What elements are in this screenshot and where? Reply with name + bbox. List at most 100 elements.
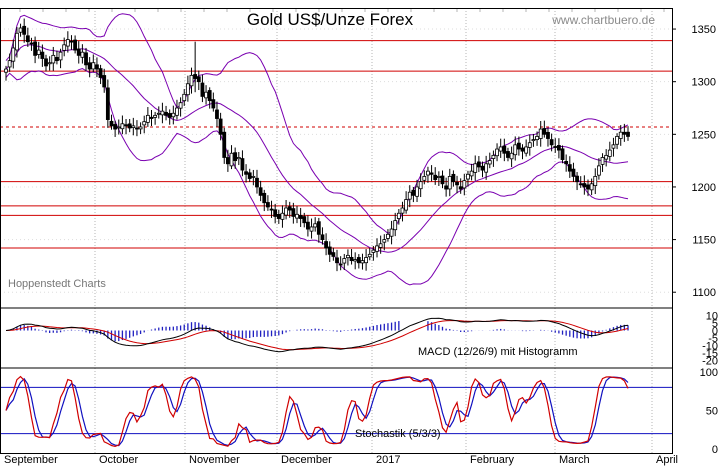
stochastic-indicator (0, 375, 672, 448)
bollinger-upper (5, 13, 629, 234)
candle-up (65, 39, 70, 47)
candle-up (535, 136, 539, 141)
candle-up (91, 62, 96, 70)
candle-down (622, 131, 627, 135)
price-tick-label: 1350 (692, 24, 716, 36)
candle-down (102, 75, 107, 88)
candle-up (396, 212, 401, 219)
candle-up (589, 183, 594, 191)
candle-down (215, 109, 219, 119)
candle-up (531, 139, 536, 142)
candle-down (258, 187, 263, 196)
candle-down (429, 172, 434, 175)
candle-up (469, 170, 474, 177)
candle-down (87, 62, 92, 70)
candle-down (287, 206, 292, 211)
candle-down (105, 87, 110, 120)
candle-down (444, 185, 449, 190)
stoch-tick-label: 50 (706, 406, 718, 418)
candle-up (229, 152, 234, 167)
candle-up (386, 233, 390, 239)
candle-down (233, 152, 238, 162)
candle-down (320, 234, 325, 240)
candle-down (109, 120, 114, 127)
candle-up (145, 114, 150, 123)
candle-up (382, 239, 387, 243)
candle-down (356, 257, 361, 264)
candle-down (306, 221, 310, 230)
candle-up (80, 51, 85, 58)
candle-down (76, 48, 81, 56)
candle-down (578, 183, 583, 186)
candle-down (225, 157, 230, 165)
candle-down (316, 221, 321, 235)
candle-down (167, 113, 172, 118)
candle-down (196, 76, 201, 83)
candle-up (251, 176, 256, 178)
candle-up (466, 173, 470, 180)
candle-down (240, 158, 245, 171)
chart-container: 1100 1150 1200 1250 1300 1350 10 5 0 -5 -10 -15 -20 1… (0, 0, 723, 466)
candle-up (527, 142, 532, 148)
candle-down (124, 124, 128, 127)
candle-down (338, 263, 343, 266)
candle-up (607, 149, 612, 157)
candle-down (247, 172, 252, 179)
candle-up (473, 163, 478, 173)
candle-up (204, 91, 208, 99)
candle-up (604, 154, 609, 160)
candle-down (25, 35, 30, 43)
gold-chart: 1100115012001250130013501050-5-10-15-201… (0, 8, 718, 466)
month-labels: September October November December 2017 Febr… (4, 454, 678, 466)
candle-down (69, 40, 74, 43)
candle-up (182, 93, 187, 102)
candle-down (476, 161, 481, 168)
chart-title: Gold US$/Unze Forex (247, 10, 414, 29)
candle-up (360, 260, 365, 264)
candle-up (284, 207, 288, 216)
candle-down (324, 241, 328, 249)
candle-down (127, 123, 132, 129)
candle-down (22, 25, 27, 35)
candle-up (407, 191, 412, 200)
candle-up (436, 176, 441, 178)
candle-up (156, 112, 161, 115)
candle-down (262, 192, 267, 204)
candle-down (349, 256, 354, 262)
candle-up (393, 220, 398, 231)
candle-up (11, 47, 16, 62)
candle-down (265, 202, 270, 208)
price-tick-label: 1150 (692, 235, 716, 247)
candle-up (513, 144, 518, 156)
candle-up (120, 123, 125, 130)
candle-up (62, 44, 67, 51)
candle-up (600, 157, 605, 165)
candle-up (346, 254, 350, 259)
candle-up (375, 245, 379, 252)
macd-tick-label: -20 (702, 356, 718, 368)
candle-down (458, 186, 463, 190)
candle-up (484, 163, 489, 173)
month-label: February (470, 454, 515, 466)
candle-up (378, 243, 383, 248)
candle-down (440, 175, 445, 185)
candle-down (84, 52, 88, 66)
candle-down (95, 64, 99, 70)
candle-down (575, 175, 579, 183)
candle-down (433, 174, 438, 180)
candle-up (131, 125, 136, 129)
candle-up (404, 199, 409, 211)
source-label: Hoppenstedt Charts (8, 278, 106, 290)
candle-down (149, 116, 154, 119)
candle-up (58, 51, 63, 61)
candle-up (498, 146, 503, 152)
candle-up (153, 114, 158, 118)
candle-down (29, 42, 34, 45)
candle-down (55, 57, 59, 62)
candle-up (178, 102, 183, 109)
candle-down (567, 164, 572, 172)
candle-down (549, 139, 554, 146)
candle-down (273, 209, 278, 217)
candle-down (553, 146, 558, 148)
candle-down (520, 147, 525, 152)
